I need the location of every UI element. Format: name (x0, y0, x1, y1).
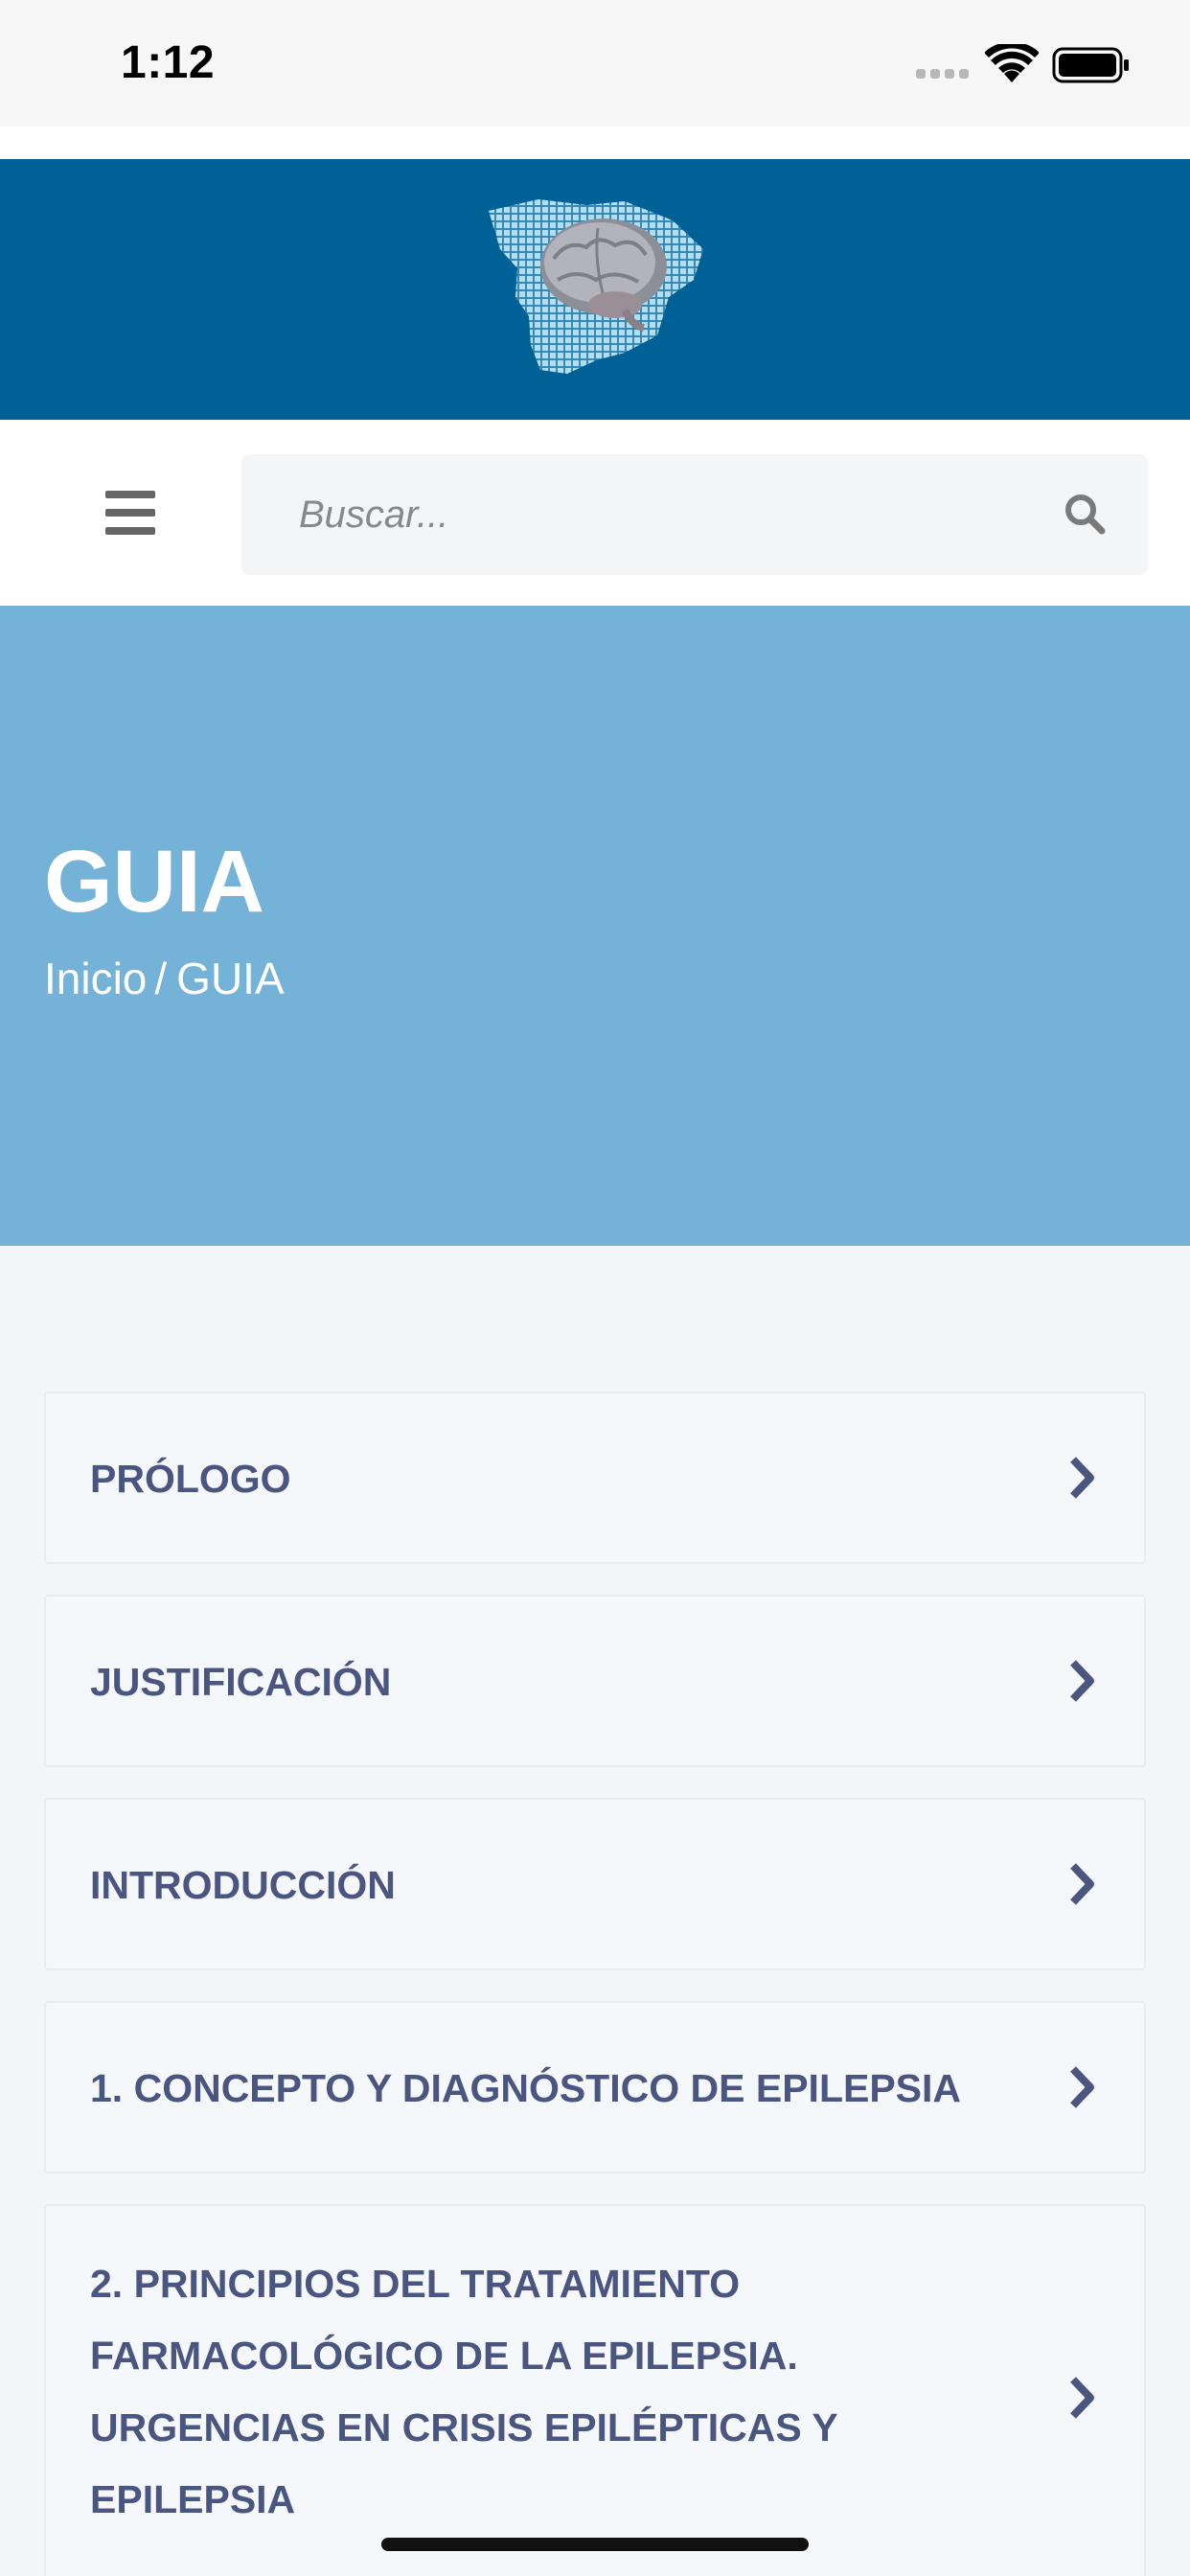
chevron-right-icon (1070, 2377, 1094, 2419)
guide-item-label: JUSTIFICACIÓN (90, 1660, 392, 1704)
wifi-icon (985, 44, 1039, 82)
breadcrumb: Inicio / GUIA (44, 953, 285, 1004)
breadcrumb-home-link[interactable]: Inicio (44, 954, 147, 1003)
search-icon[interactable] (1064, 493, 1108, 537)
guide-item-chapter-2[interactable]: 2. PRINCIPIOS DEL TRATAMIENTO FARMACOLÓG… (44, 2204, 1146, 2576)
chevron-right-icon (1070, 1660, 1094, 1702)
chevron-right-icon (1070, 2066, 1094, 2108)
header-gap (0, 126, 1190, 159)
cellular-signal-icon (916, 69, 970, 80)
home-indicator[interactable] (381, 2538, 809, 2551)
guide-item-label: PRÓLOGO (90, 1457, 291, 1501)
search-input[interactable] (299, 454, 1027, 575)
guide-list: PRÓLOGO JUSTIFICACIÓN INTRODUCCIÓN 1. CO… (44, 1392, 1146, 2576)
guide-item-label: INTRODUCCIÓN (90, 1863, 396, 1907)
hamburger-menu-icon[interactable] (100, 489, 157, 537)
guide-item-justificacion[interactable]: JUSTIFICACIÓN (44, 1595, 1146, 1767)
guide-item-chapter-1[interactable]: 1. CONCEPTO Y DIAGNÓSTICO DE EPILEPSIA (44, 2001, 1146, 2174)
guide-item-label: 2. PRINCIPIOS DEL TRATAMIENTO FARMACOLÓG… (90, 2262, 837, 2521)
status-time: 1:12 (121, 37, 216, 88)
breadcrumb-current: GUIA (176, 954, 285, 1003)
chevron-right-icon (1070, 1457, 1094, 1499)
battery-icon (1052, 47, 1129, 83)
search-box[interactable] (241, 454, 1148, 575)
brain-map-logo-icon[interactable] (481, 192, 711, 383)
guide-item-introduccion[interactable]: INTRODUCCIÓN (44, 1798, 1146, 1970)
status-bar: 1:12 (0, 0, 1190, 126)
guide-item-prologo[interactable]: PRÓLOGO (44, 1392, 1146, 1564)
chevron-right-icon (1070, 1863, 1094, 1905)
breadcrumb-separator: / (154, 954, 168, 1003)
guide-item-label: 1. CONCEPTO Y DIAGNÓSTICO DE EPILEPSIA (90, 2066, 962, 2110)
page-title: GUIA (44, 833, 264, 931)
